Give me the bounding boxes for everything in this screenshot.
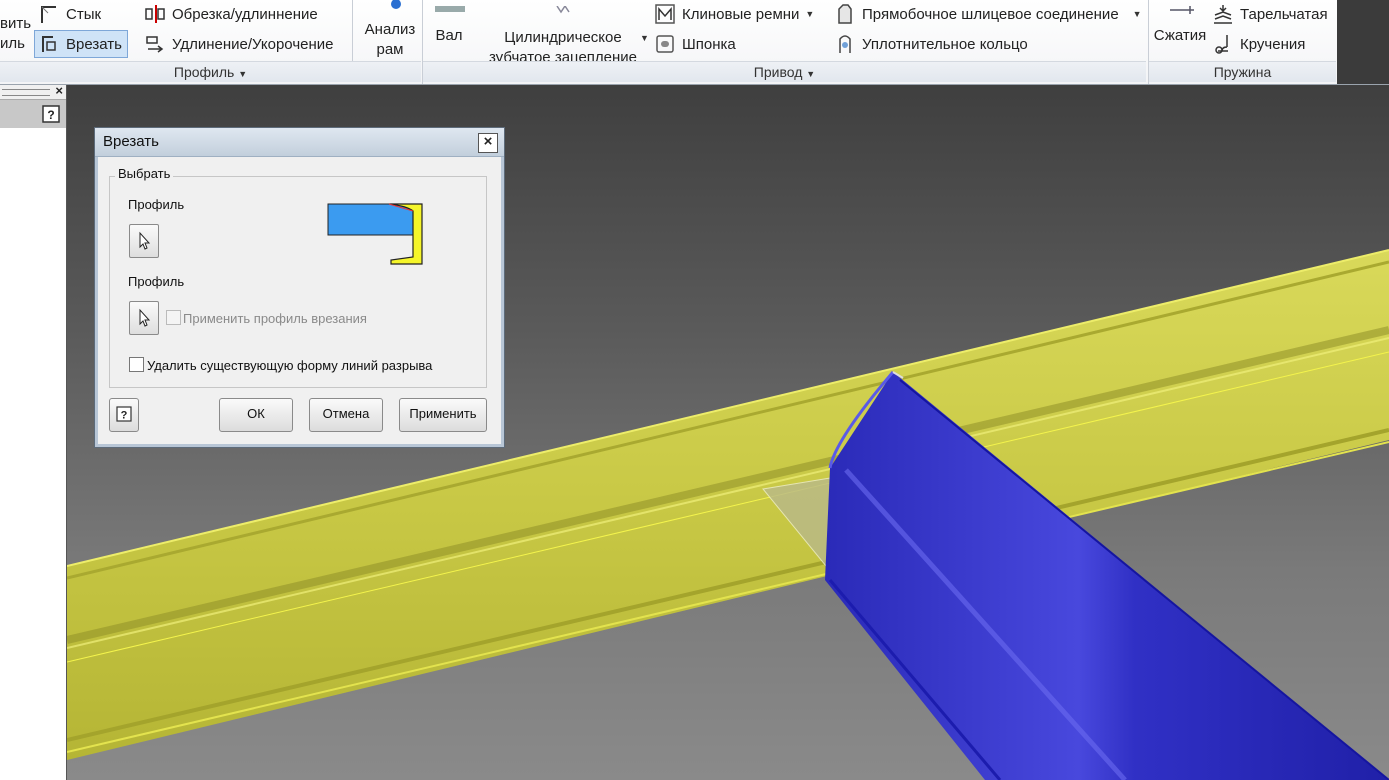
belleville-spring-icon <box>1214 5 1232 24</box>
ribbon-group-drive: Вал Цилиндрическое зубчатое зацепление ▼… <box>423 0 1147 84</box>
vbelt-label: Клиновые ремни <box>682 5 800 23</box>
profile1-select-button[interactable] <box>129 224 159 258</box>
ribbon-separator <box>352 0 353 62</box>
frame-analysis-label-1: Анализ <box>364 21 416 38</box>
spring-group-label-text: Пружина <box>1213 64 1272 80</box>
oring-button[interactable]: Уплотнительное кольцо <box>834 31 1028 57</box>
svg-text:?: ? <box>47 108 54 122</box>
help-icon[interactable]: ? <box>42 105 60 123</box>
ok-button[interactable]: ОК <box>219 398 293 432</box>
select-cursor-icon <box>139 231 151 250</box>
profile2-select-button[interactable] <box>129 301 159 335</box>
close-icon[interactable]: × <box>55 83 63 98</box>
chevron-down-icon: ▼ <box>238 69 248 79</box>
dialog-titlebar[interactable]: Врезать × <box>95 128 504 157</box>
apply-cut-profile-checkbox[interactable] <box>166 310 181 325</box>
frame-analysis-label-2: рам <box>376 41 404 58</box>
drive-group-label[interactable]: Привод ▼ <box>423 61 1146 82</box>
shaft-label: Вал <box>435 27 463 44</box>
panel-grip[interactable] <box>2 89 50 96</box>
select-group-label: Выбрать <box>115 166 174 181</box>
compression-label: Сжатия <box>1153 27 1207 44</box>
frame-analysis-icon <box>391 0 401 9</box>
shaft-icon <box>435 6 465 12</box>
profile-group-label-text: Профиль <box>173 64 235 80</box>
help-button[interactable]: ? <box>109 398 139 432</box>
notch-icon <box>42 36 56 52</box>
torsion-spring-icon <box>1215 35 1228 54</box>
vbelt-icon <box>655 4 675 24</box>
insert-label: Врезать <box>66 35 122 53</box>
torsion-spring-button[interactable]: Кручения <box>1212 31 1305 57</box>
vbelt-button[interactable]: Клиновые ремни ▼ <box>654 1 814 27</box>
partial-label-top: вить <box>0 15 32 32</box>
chevron-down-icon: ▼ <box>806 69 816 79</box>
profile2-label: Профиль <box>128 274 185 289</box>
cancel-button[interactable]: Отмена <box>309 398 383 432</box>
dialog-title: Врезать <box>103 133 159 150</box>
remove-break-lines-label: Удалить существующую форму линий разрыва <box>147 358 433 373</box>
profile-preview-icon <box>327 203 423 265</box>
close-icon[interactable]: × <box>478 133 498 153</box>
oring-label: Уплотнительное кольцо <box>862 35 1028 53</box>
spur-gear-chevron-down-icon[interactable]: ▼ <box>640 33 649 43</box>
browser-panel-toolbar: ? <box>0 100 66 128</box>
insert-button[interactable]: Врезать <box>34 30 128 58</box>
ribbon-group-profile: вить иль Стык Врезать Обрезка/удлиннение… <box>0 0 422 84</box>
compression-spring-button[interactable]: Сжатия <box>1151 0 1209 46</box>
partial-label-bottom: иль <box>0 35 25 52</box>
spur-gear-label-1: Цилиндрическое <box>504 29 622 46</box>
ribbon-overflow-area <box>1337 0 1389 84</box>
ribbon-group-spring: Сжатия Тарельчатая Кручения Пружина <box>1149 0 1337 84</box>
belleville-spring-button[interactable]: Тарельчатая <box>1212 1 1328 27</box>
vbelt-chevron-down-icon[interactable]: ▼ <box>805 9 814 19</box>
drive-group-label-text: Привод <box>753 64 803 80</box>
profile-group-label[interactable]: Профиль ▼ <box>0 61 421 82</box>
profile1-label: Профиль <box>128 197 185 212</box>
lengthen-shorten-label: Удлинение/Укорочение <box>172 35 334 53</box>
key-icon <box>656 35 674 53</box>
spline-chevron-down-icon[interactable]: ▼ <box>1133 9 1142 19</box>
spline-icon <box>838 4 852 24</box>
trim-extend-icon <box>145 5 165 23</box>
compression-spring-icon <box>1170 6 1194 14</box>
oring-icon <box>839 35 851 53</box>
stitch-button[interactable]: Стык <box>38 1 101 27</box>
ribbon: вить иль Стык Врезать Обрезка/удлиннение… <box>0 0 1389 85</box>
trim-extend-label: Обрезка/удлиннение <box>172 5 318 23</box>
lengthen-icon <box>146 36 164 53</box>
browser-panel-header[interactable]: × <box>0 83 66 100</box>
trim-extend-button[interactable]: Обрезка/удлиннение <box>144 1 318 27</box>
shaft-button[interactable]: Вал <box>429 0 469 46</box>
browser-panel: × ? <box>0 83 67 780</box>
insert-dialog: Врезать × Выбрать Профиль Профиль Примен… <box>94 127 505 448</box>
spline-label: Прямобочное шлицевое соединение <box>862 5 1119 23</box>
spur-gear-icon <box>556 4 570 14</box>
spline-button[interactable]: Прямобочное шлицевое соединение ▼ <box>834 1 1142 27</box>
key-label: Шпонка <box>682 35 736 53</box>
torsion-label: Кручения <box>1240 35 1306 53</box>
butt-joint-icon <box>41 6 56 23</box>
spring-group-label: Пружина <box>1149 61 1336 82</box>
svg-text:?: ? <box>121 410 128 422</box>
apply-cut-profile-label: Применить профиль врезания <box>183 311 367 326</box>
belleville-label: Тарельчатая <box>1240 5 1328 23</box>
apply-button[interactable]: Применить <box>399 398 487 432</box>
spur-gear-button[interactable]: Цилиндрическое зубчатое зацепление <box>483 0 643 68</box>
lengthen-shorten-button[interactable]: Удлинение/Укорочение <box>144 31 333 57</box>
frame-analysis-button[interactable]: Анализ рам <box>360 0 420 60</box>
ribbon-partial-button[interactable]: вить иль <box>0 14 32 54</box>
stitch-label: Стык <box>66 5 102 23</box>
remove-break-lines-checkbox[interactable] <box>129 357 144 372</box>
help-icon: ? <box>116 406 132 422</box>
select-cursor-icon <box>139 308 151 327</box>
key-button[interactable]: Шпонка <box>654 31 736 57</box>
